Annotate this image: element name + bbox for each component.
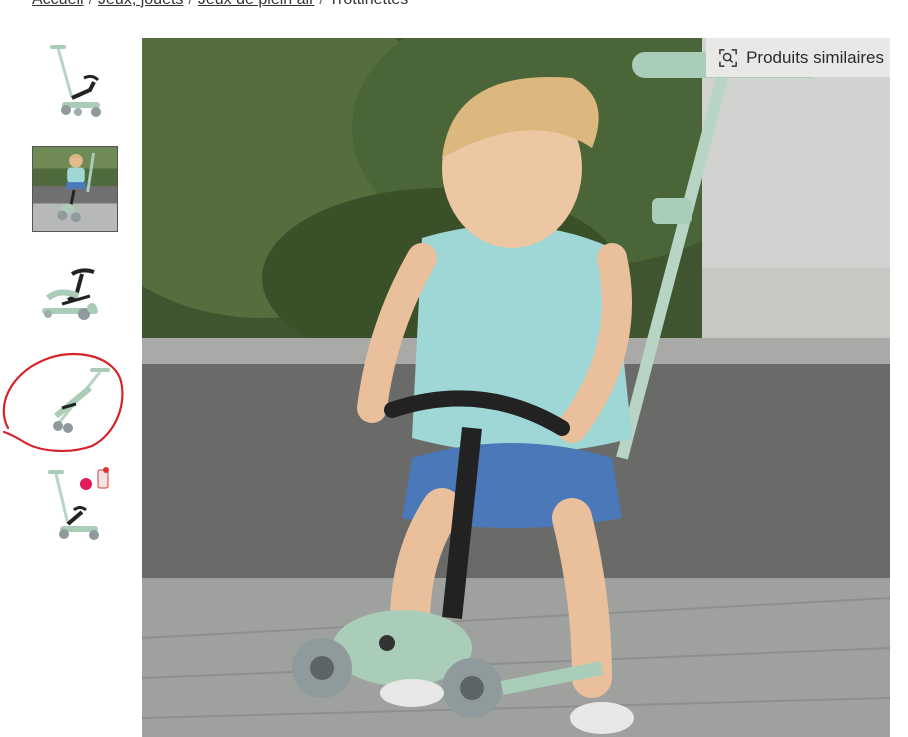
child-riding-green-scooter-photo [142,38,890,737]
scooter-standing-thumb [50,45,101,117]
child-on-scooter-thumb [33,147,117,231]
breadcrumb-current: Trottinettes [329,0,408,8]
breadcrumb-toys[interactable]: Jeux, jouets [98,0,183,8]
breadcrumb-separator: / [188,0,192,8]
similar-products-button[interactable]: Produits similaires [706,38,890,77]
breadcrumb-home[interactable]: Accueil [32,0,84,8]
scooter-accessories-thumb [48,467,109,540]
thumbnail-2[interactable] [32,146,118,232]
main-product-image[interactable] [142,38,890,737]
thumbnail-5[interactable] [32,464,118,550]
breadcrumb-separator: / [89,0,93,8]
scooter-seat-mode-thumb [42,268,98,320]
thumbnail-1[interactable] [32,40,118,126]
breadcrumb-separator: / [319,0,323,8]
visual-search-icon [719,48,737,67]
thumbnail-4[interactable] [32,358,118,444]
similar-products-label: Produits similaires [746,47,884,67]
breadcrumb: Accueil / Jeux, jouets / Jeux de plein air / T… [32,0,408,9]
thumbnail-3[interactable] [32,252,118,338]
scooter-folded-thumb [53,368,110,433]
breadcrumb-outdoor-games[interactable]: Jeux de plein air [198,0,315,8]
